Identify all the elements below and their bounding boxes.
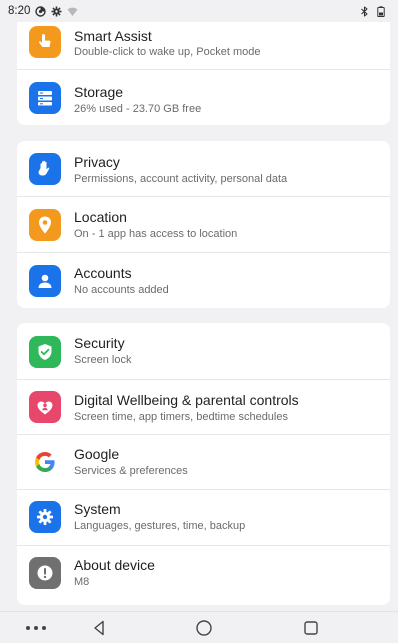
settings-item-google[interactable]: Google Services & preferences <box>17 435 390 490</box>
settings-item-storage[interactable]: Storage 26% used - 23.70 GB free <box>17 70 390 125</box>
google-title: Google <box>74 446 120 462</box>
settings-item-privacy[interactable]: Privacy Permissions, account activity, p… <box>17 141 390 196</box>
status-bar-left: 8:20 <box>8 5 78 17</box>
status-time: 8:20 <box>8 5 31 17</box>
back-button[interactable] <box>87 618 111 638</box>
recents-button[interactable] <box>299 618 323 638</box>
google-subtitle: Services & preferences <box>74 465 188 477</box>
location-title: Location <box>74 209 127 225</box>
battery-icon <box>377 5 388 17</box>
recents-square-icon <box>304 621 318 635</box>
status-bar-right <box>360 5 388 17</box>
settings-screen: Smart Assist Double-click to wake up, Po… <box>0 0 398 643</box>
smart-assist-subtitle: Double-click to wake up, Pocket mode <box>74 46 261 58</box>
account-icon <box>29 265 61 297</box>
settings-group-1: Smart Assist Double-click to wake up, Po… <box>17 12 390 125</box>
system-subtitle: Languages, gestures, time, backup <box>74 520 246 532</box>
bluetooth-icon <box>360 5 371 17</box>
gear-icon <box>29 501 61 533</box>
status-bar: 8:20 <box>0 0 398 22</box>
more-dots-icon <box>26 626 46 630</box>
navigation-bar <box>0 611 398 643</box>
home-circle-icon <box>196 620 212 636</box>
smart-assist-title: Smart Assist <box>74 28 152 44</box>
hand-icon <box>29 153 61 185</box>
settings-list[interactable]: Smart Assist Double-click to wake up, Po… <box>0 0 398 611</box>
data-saver-icon <box>35 5 47 17</box>
digital-wellbeing-title: Digital Wellbeing & parental controls <box>74 392 299 408</box>
settings-item-about-device[interactable]: About device M8 <box>17 546 390 601</box>
about-device-subtitle: M8 <box>74 576 90 588</box>
accounts-title: Accounts <box>74 265 132 281</box>
settings-gear-icon <box>51 6 62 17</box>
google-g-icon <box>29 446 61 478</box>
shield-check-icon <box>29 336 61 368</box>
hand-pointer-icon <box>29 26 61 58</box>
settings-group-2: Privacy Permissions, account activity, p… <box>17 141 390 308</box>
location-subtitle: On - 1 app has access to location <box>74 228 238 240</box>
about-device-title: About device <box>74 557 155 573</box>
storage-title: Storage <box>74 84 124 100</box>
home-button[interactable] <box>192 618 216 638</box>
system-title: System <box>74 501 121 517</box>
wifi-icon <box>67 6 78 17</box>
settings-item-accounts[interactable]: Accounts No accounts added <box>17 253 390 308</box>
storage-subtitle: 26% used - 23.70 GB free <box>74 103 202 115</box>
digital-wellbeing-subtitle: Screen time, app timers, bedtime schedul… <box>74 411 288 423</box>
settings-item-location[interactable]: Location On - 1 app has access to locati… <box>17 197 390 252</box>
security-subtitle: Screen lock <box>74 354 132 366</box>
location-pin-icon <box>29 209 61 241</box>
more-options-button[interactable] <box>24 618 48 638</box>
settings-item-digital-wellbeing[interactable]: Digital Wellbeing & parental controls Sc… <box>17 380 390 435</box>
accounts-subtitle: No accounts added <box>74 284 169 296</box>
security-title: Security <box>74 335 125 351</box>
privacy-title: Privacy <box>74 154 120 170</box>
settings-item-system[interactable]: System Languages, gestures, time, backup <box>17 490 390 545</box>
settings-item-security[interactable]: Security Screen lock <box>17 323 390 378</box>
settings-group-3: Security Screen lock Digital Wellbeing &… <box>17 323 390 605</box>
storage-icon <box>29 82 61 114</box>
heart-person-icon <box>29 391 61 423</box>
back-triangle-icon <box>94 620 104 636</box>
info-icon <box>29 557 61 589</box>
privacy-subtitle: Permissions, account activity, personal … <box>74 173 288 185</box>
